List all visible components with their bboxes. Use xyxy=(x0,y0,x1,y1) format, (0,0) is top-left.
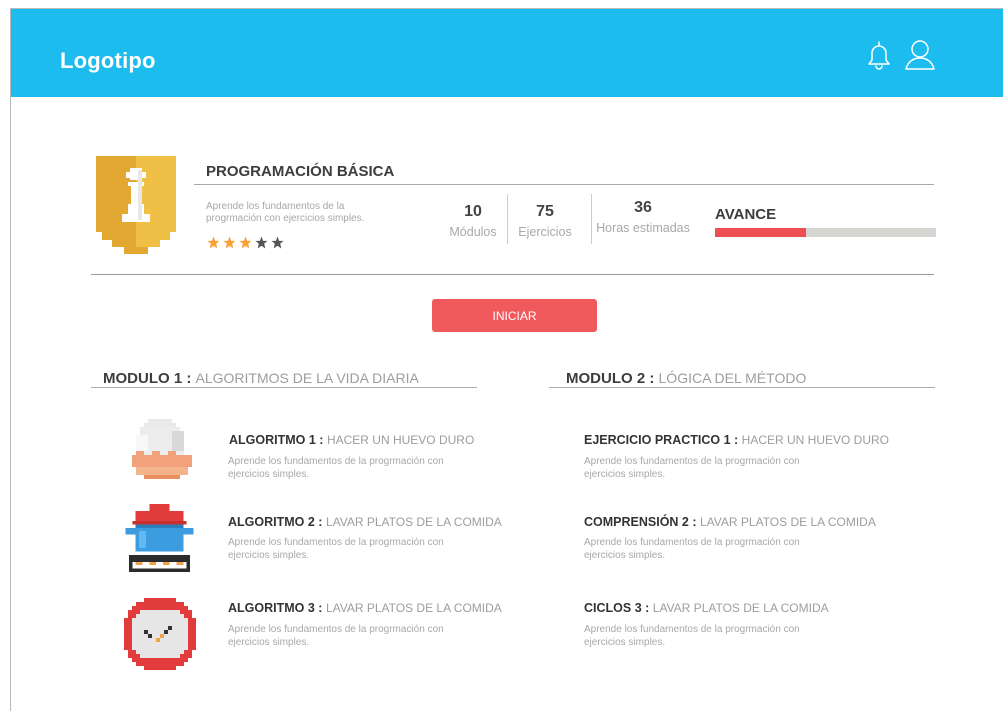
module-2-heading: MODULO 2 : LÓGICA DEL MÉTODO xyxy=(566,370,806,387)
item-name: LAVAR PLATOS DE LA COMIDA xyxy=(325,515,502,529)
module-prefix: MODULO 1 : xyxy=(103,370,192,387)
stat-modules: 10 Módulos xyxy=(447,203,499,239)
chess-pawn-badge-icon xyxy=(96,156,176,254)
item-prefix: COMPRENSIÓN 2 : xyxy=(584,515,697,529)
divider xyxy=(91,274,934,275)
item-prefix: ALGORITMO 3 : xyxy=(228,601,323,615)
top-header xyxy=(11,9,1003,97)
stat-value: 36 xyxy=(634,199,652,216)
progress-bar xyxy=(715,228,936,237)
item-prefix: ALGORITMO 2 : xyxy=(228,515,323,529)
bell-icon[interactable] xyxy=(862,38,896,72)
item-title[interactable]: ALGORITMO 3 : LAVAR PLATOS DE LA COMIDA xyxy=(228,601,502,615)
item-description: Aprende los fundamentos de la progrmació… xyxy=(584,456,800,480)
item-prefix: EJERCICIO PRACTICO 1 : xyxy=(584,433,739,447)
start-button[interactable]: INICIAR xyxy=(432,299,597,332)
star-icon xyxy=(271,236,284,249)
user-icon[interactable] xyxy=(903,38,937,72)
item-prefix: ALGORITMO 1 : xyxy=(229,433,324,447)
egg-icon xyxy=(132,419,192,479)
item-name: HACER UN HUEVO DURO xyxy=(326,433,475,447)
pot-icon xyxy=(125,504,194,572)
item-name: HACER UN HUEVO DURO xyxy=(741,433,890,447)
item-name: LAVAR PLATOS DE LA COMIDA xyxy=(700,515,876,529)
divider xyxy=(549,387,935,388)
divider xyxy=(507,194,508,244)
rating-stars xyxy=(207,236,284,249)
star-icon xyxy=(255,236,268,249)
item-title[interactable]: COMPRENSIÓN 2 : LAVAR PLATOS DE LA COMID… xyxy=(584,515,876,529)
stat-value: 75 xyxy=(536,203,554,220)
stat-value: 10 xyxy=(464,203,482,220)
item-name: LAVAR PLATOS DE LA COMIDA xyxy=(325,601,502,615)
divider xyxy=(591,194,592,244)
item-title[interactable]: EJERCICIO PRACTICO 1 : HACER UN HUEVO DU… xyxy=(584,433,889,447)
course-title: PROGRAMACIÓN BÁSICA xyxy=(206,163,395,180)
stat-label: Módulos xyxy=(449,225,497,239)
star-icon xyxy=(207,236,220,249)
divider xyxy=(194,184,934,185)
module-1-heading: MODULO 1 : ALGORITMOS DE LA VIDA DIARIA xyxy=(103,370,419,387)
module-prefix: MODULO 2 : xyxy=(566,370,655,387)
item-prefix: CICLOS 3 : xyxy=(584,601,650,615)
item-title[interactable]: CICLOS 3 : LAVAR PLATOS DE LA COMIDA xyxy=(584,601,829,615)
stat-exercises: 75 Ejercicios xyxy=(517,203,573,239)
course-description: Aprende los fundamentos de la progrmació… xyxy=(206,201,365,224)
item-name: LAVAR PLATOS DE LA COMIDA xyxy=(652,601,829,615)
logo[interactable]: Logotipo xyxy=(60,48,156,74)
star-icon xyxy=(239,236,252,249)
clock-icon xyxy=(124,598,196,670)
item-title[interactable]: ALGORITMO 1 : HACER UN HUEVO DURO xyxy=(229,433,474,447)
divider xyxy=(91,387,477,388)
item-description: Aprende los fundamentos de la progrmació… xyxy=(228,456,444,480)
star-icon xyxy=(223,236,236,249)
stat-label: Horas estimadas xyxy=(596,221,690,235)
item-description: Aprende los fundamentos de la progrmació… xyxy=(584,537,800,561)
item-description: Aprende los fundamentos de la progrmació… xyxy=(228,537,444,561)
item-description: Aprende los fundamentos de la progrmació… xyxy=(584,624,800,648)
progress-fill xyxy=(715,228,806,237)
item-title[interactable]: ALGORITMO 2 : LAVAR PLATOS DE LA COMIDA xyxy=(228,515,502,529)
module-title: ALGORITMOS DE LA VIDA DIARIA xyxy=(195,370,419,386)
stat-hours: 36 Horas estimadas xyxy=(596,199,690,235)
progress-label: AVANCE xyxy=(715,206,777,223)
stat-label: Ejercicios xyxy=(518,225,572,239)
item-description: Aprende los fundamentos de la progrmació… xyxy=(228,624,444,648)
module-title: LÓGICA DEL MÉTODO xyxy=(658,370,807,386)
